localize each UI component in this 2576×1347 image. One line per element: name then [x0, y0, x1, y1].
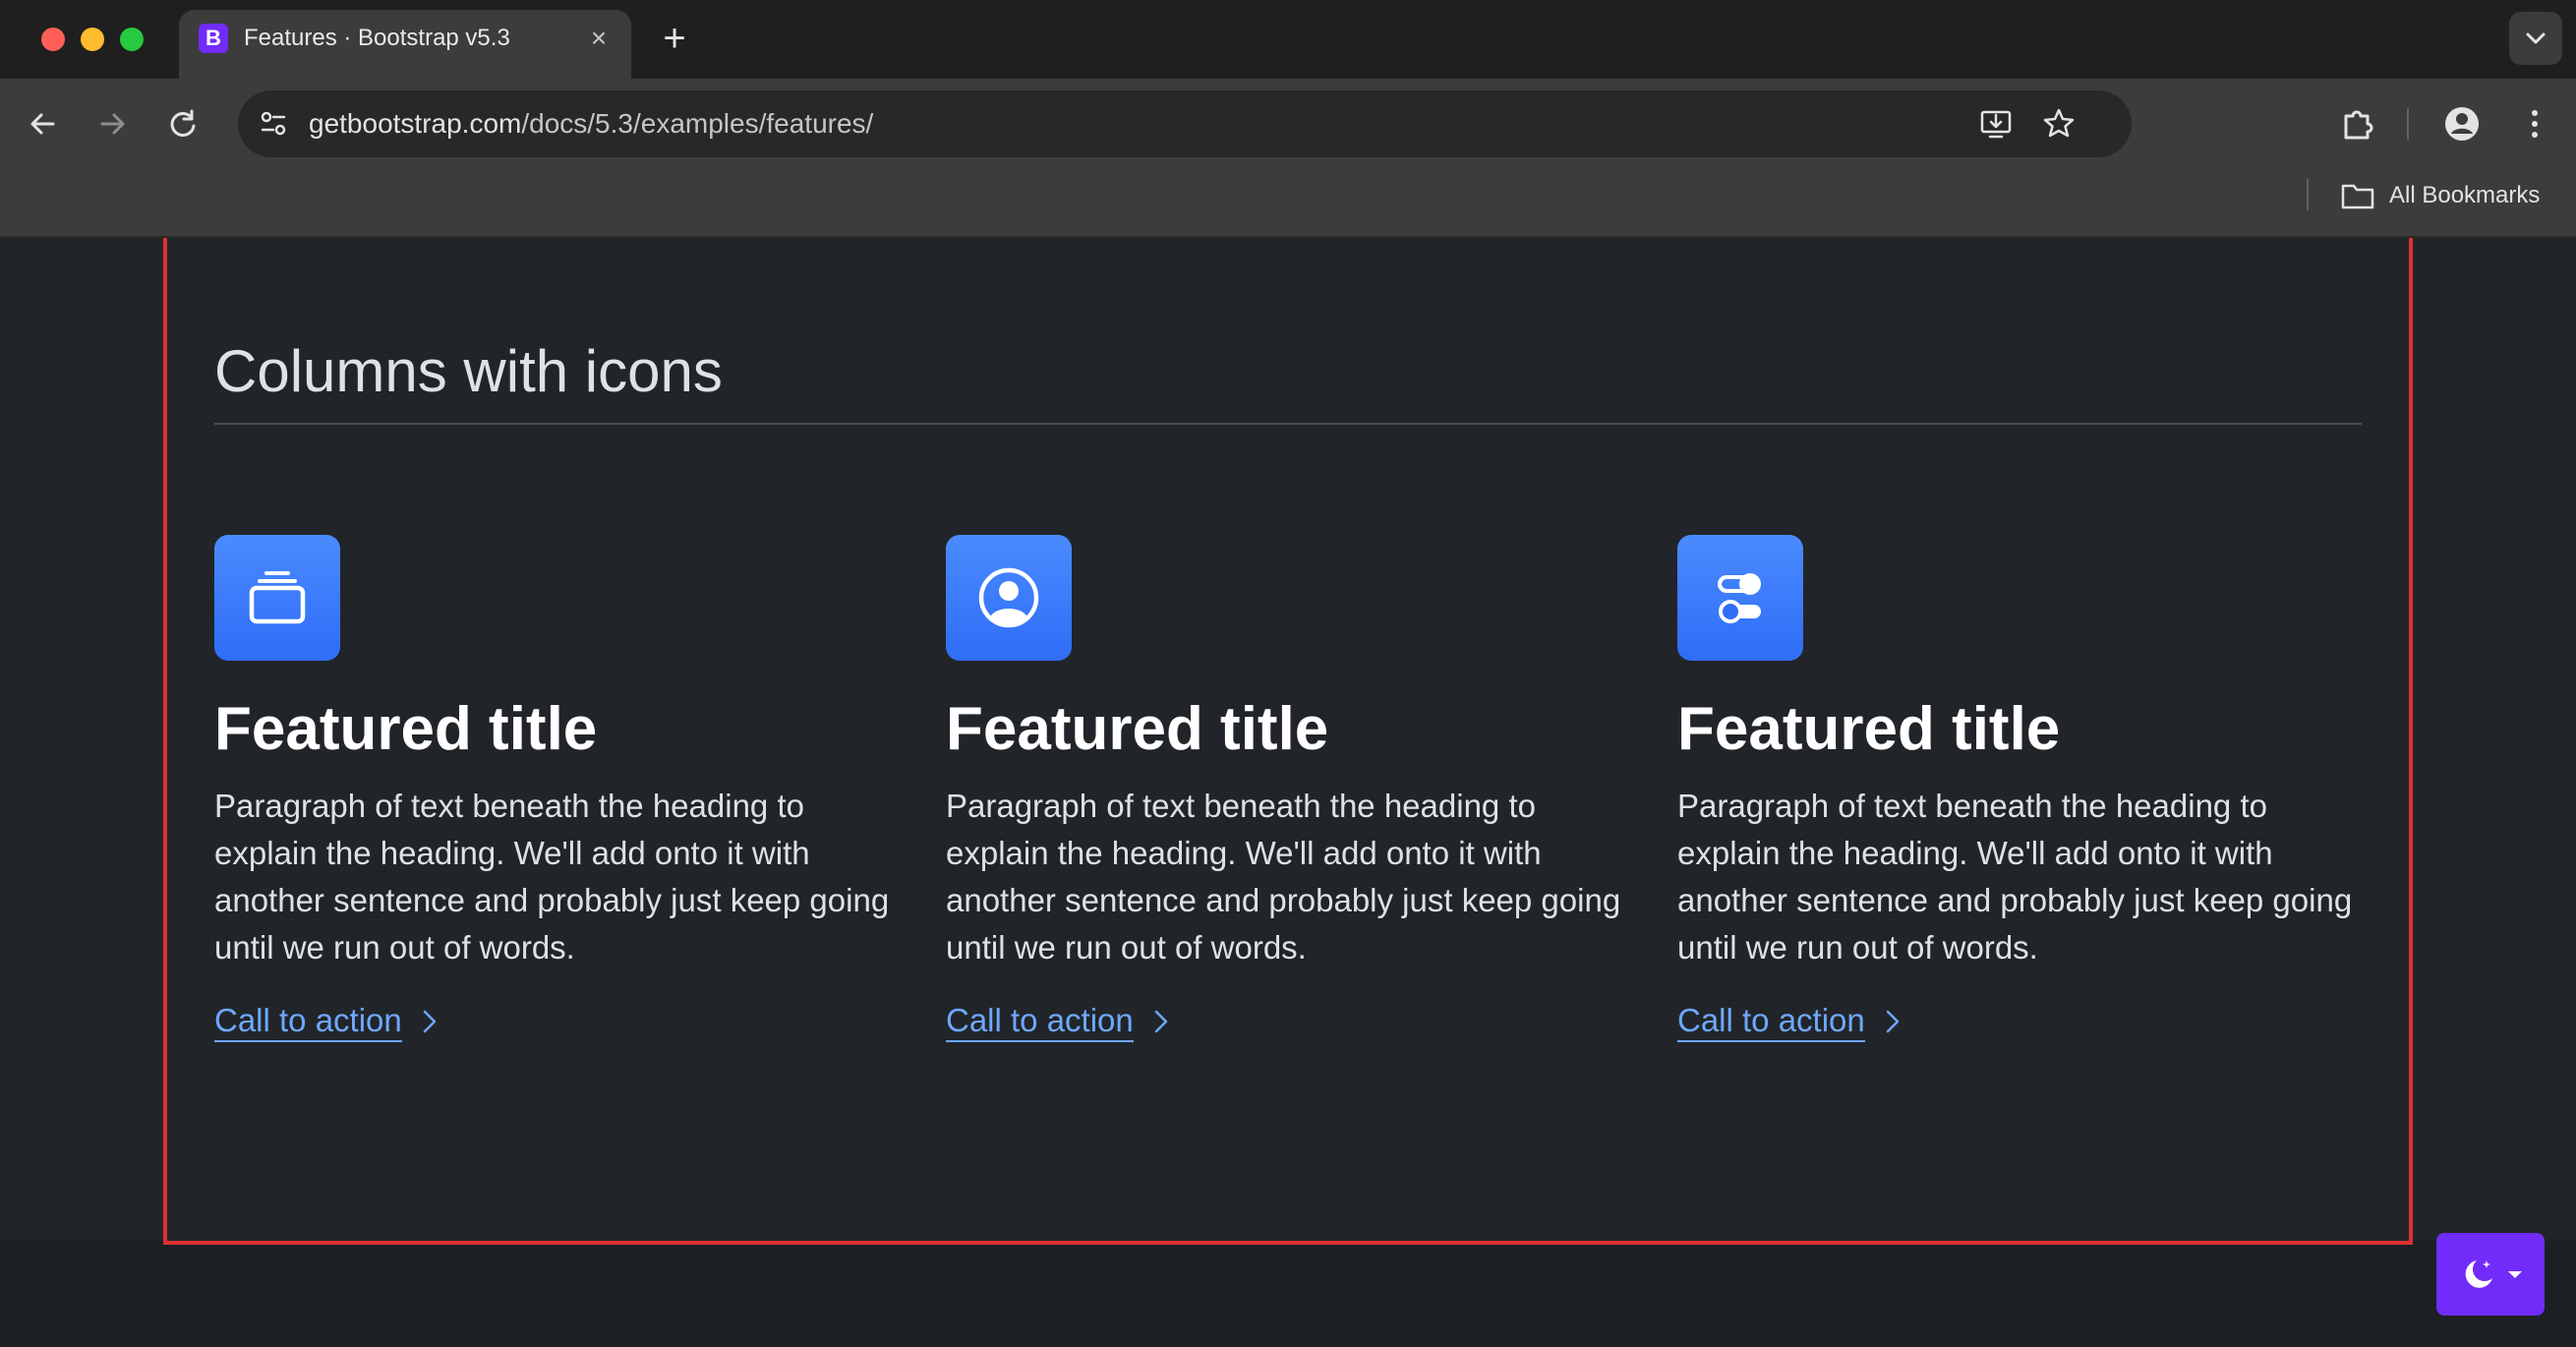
section-title: Columns with icons [214, 338, 723, 404]
call-to-action-link[interactable]: Call to action [946, 1001, 1171, 1042]
feature-text: Paragraph of text beneath the heading to… [1677, 788, 2353, 966]
new-tab-button[interactable]: + [657, 19, 692, 58]
call-to-action-link[interactable]: Call to action [1677, 1001, 1903, 1042]
call-to-action-label: Call to action [1677, 1001, 1865, 1042]
folder-icon [2341, 184, 2374, 209]
toolbar-divider [2407, 108, 2409, 140]
chevron-right-icon [423, 1010, 437, 1033]
bookmarks-divider [2307, 179, 2309, 210]
feature-column: Featured title Paragraph of text beneath… [214, 535, 893, 1042]
toggles-icon [1718, 573, 1761, 623]
address-bar[interactable]: getbootstrap.com/docs/5.3/examples/featu… [238, 90, 2132, 157]
call-to-action-label: Call to action [946, 1001, 1134, 1042]
chevron-right-icon [1886, 1010, 1900, 1033]
all-bookmarks-button[interactable]: All Bookmarks [2389, 179, 2540, 212]
page-footer-area [0, 1241, 2576, 1347]
theme-toggle-button[interactable] [2436, 1233, 2545, 1316]
star-icon[interactable] [2039, 104, 2078, 144]
tab-search-button[interactable] [2509, 12, 2562, 65]
extensions-icon[interactable] [2336, 102, 2379, 146]
feature-title: Featured title [946, 695, 1329, 763]
chevron-right-icon [1154, 1010, 1168, 1033]
call-to-action-label: Call to action [214, 1001, 402, 1042]
feature-text: Paragraph of text beneath the heading to… [214, 788, 890, 966]
feature-title: Featured title [214, 695, 598, 763]
bootstrap-favicon-icon: B [199, 24, 228, 53]
maximize-window-button[interactable] [120, 28, 144, 51]
reload-icon[interactable] [161, 102, 205, 146]
collection-icon [249, 571, 306, 624]
feature-column: Featured title Paragraph of text beneath… [1677, 535, 2356, 1042]
close-window-button[interactable] [41, 28, 65, 51]
tab-title: Features · Bootstrap v5.3 [244, 25, 510, 51]
url-text[interactable]: getbootstrap.com/docs/5.3/examples/featu… [309, 107, 873, 141]
url-host: getbootstrap.com [309, 108, 522, 139]
back-icon[interactable] [22, 102, 65, 146]
install-app-icon[interactable] [1976, 104, 2016, 144]
feature-text: Paragraph of text beneath the heading to… [946, 788, 1621, 966]
tab-search-icon [2526, 32, 2546, 44]
profile-icon[interactable] [2440, 102, 2484, 146]
caret-down-icon [2508, 1271, 2522, 1278]
forward-icon[interactable] [90, 102, 134, 146]
menu-icon[interactable] [2513, 102, 2556, 146]
moon-stars-icon [2465, 1260, 2492, 1288]
feature-icon-tile [1677, 535, 1803, 661]
site-info-icon[interactable] [254, 104, 293, 144]
feature-column: Featured title Paragraph of text beneath… [946, 535, 1624, 1042]
url-path: /docs/5.3/examples/features/ [521, 108, 874, 139]
person-circle-icon [978, 567, 1039, 628]
browser-tab[interactable]: B Features · Bootstrap v5.3 × [179, 10, 631, 79]
section-divider [214, 423, 2362, 425]
call-to-action-link[interactable]: Call to action [214, 1001, 439, 1042]
minimize-window-button[interactable] [81, 28, 104, 51]
feature-icon-tile [946, 535, 1072, 661]
tab-close-icon[interactable]: × [584, 24, 614, 53]
feature-icon-tile [214, 535, 340, 661]
feature-title: Featured title [1677, 695, 2061, 763]
